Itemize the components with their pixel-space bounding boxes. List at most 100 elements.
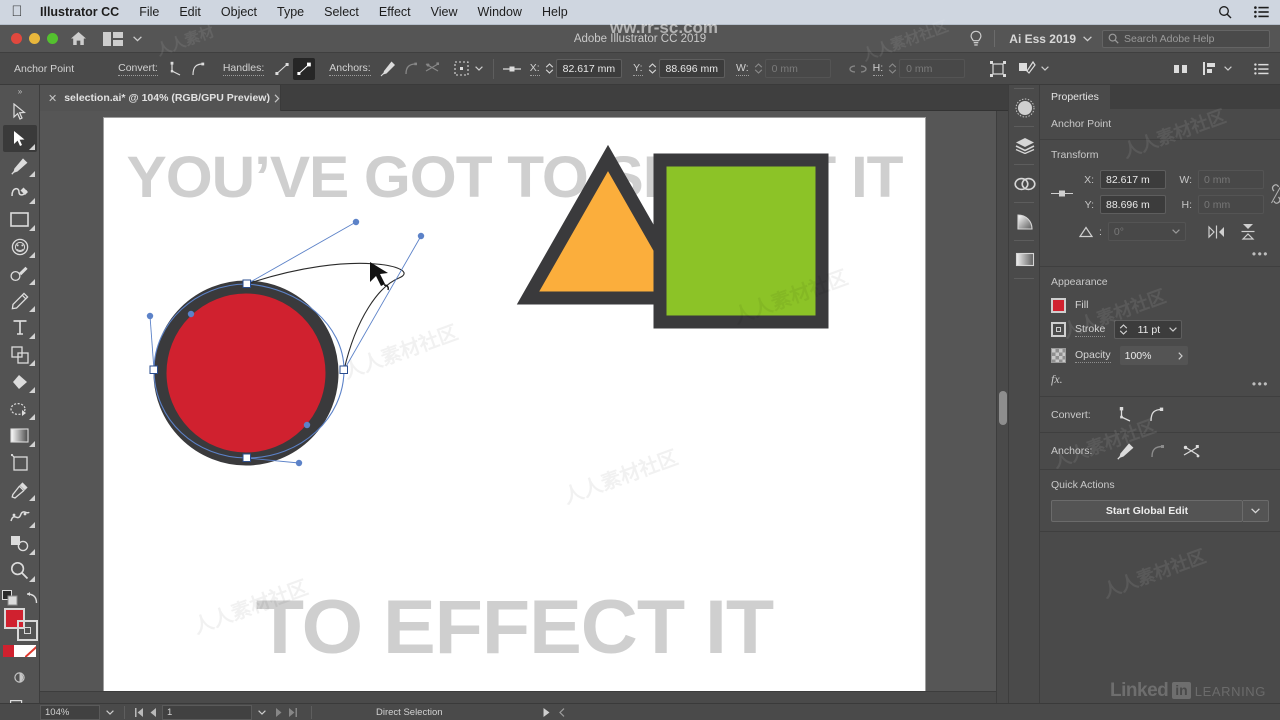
angle-input[interactable]: 0° <box>1107 222 1186 241</box>
show-handles-icon[interactable] <box>293 57 316 80</box>
apple-icon[interactable]:  <box>0 4 34 21</box>
chevron-right-icon[interactable] <box>268 85 286 111</box>
artboard-tool[interactable] <box>3 449 37 476</box>
remove-handles-icon[interactable] <box>271 58 293 80</box>
chevron-down-icon[interactable] <box>252 709 272 715</box>
connect-anchors-icon[interactable] <box>1182 443 1201 460</box>
chevron-down-icon[interactable] <box>1081 35 1102 42</box>
rail-layers-panel[interactable] <box>1009 127 1041 164</box>
rail-cc-libraries-panel[interactable] <box>1009 165 1041 202</box>
eyedropper-tool[interactable] <box>3 476 37 503</box>
chevron-down-icon[interactable] <box>1243 500 1269 522</box>
gradient-icon[interactable] <box>13 645 26 657</box>
connect-anchors-icon[interactable] <box>422 58 444 80</box>
menu-edit[interactable]: Edit <box>169 0 211 25</box>
menu-object[interactable]: Object <box>211 0 267 25</box>
maximize-window-button[interactable] <box>47 33 58 44</box>
circle-shape[interactable] <box>153 280 339 466</box>
close-icon[interactable]: ✕ <box>48 92 57 105</box>
menu-effect[interactable]: Effect <box>369 0 421 25</box>
pen-tool[interactable] <box>3 152 37 179</box>
align-to-pixel-icon[interactable] <box>501 58 523 80</box>
menu-help[interactable]: Help <box>532 0 578 25</box>
w-stepper[interactable] <box>753 63 764 74</box>
default-fill-stroke-icon[interactable] <box>25 591 38 605</box>
workspace-name[interactable]: Ai Ess 2019 <box>999 32 1081 46</box>
flip-vertical-icon[interactable] <box>1241 223 1255 240</box>
double-chevron-right-icon[interactable]: » <box>0 85 39 98</box>
menu-type[interactable]: Type <box>267 0 314 25</box>
stroke-weight-input[interactable]: 11 pt <box>1114 320 1183 339</box>
menu-view[interactable]: View <box>421 0 468 25</box>
swap-fill-stroke-icon[interactable] <box>1 590 18 606</box>
canvas-area[interactable]: YOU’VE GOT TO SELECT IT TO EFFECT IT <box>40 111 1008 703</box>
prev-page-icon[interactable] <box>150 707 156 717</box>
first-page-icon[interactable] <box>135 707 143 717</box>
play-icon[interactable] <box>543 707 550 717</box>
tab-properties[interactable]: Properties <box>1040 85 1110 109</box>
transform-y-input[interactable]: 88.696 m <box>1100 195 1166 214</box>
more-options-icon[interactable] <box>1250 58 1272 80</box>
add-anchor-pen-icon[interactable] <box>378 58 400 80</box>
blend-tool[interactable] <box>3 503 37 530</box>
rotate-tool[interactable] <box>3 233 37 260</box>
reference-point-icon[interactable] <box>1051 170 1073 198</box>
lightbulb-icon[interactable] <box>962 30 990 47</box>
shaper-tool-icon[interactable] <box>1016 58 1038 80</box>
unlink-proportions-icon[interactable] <box>847 58 869 80</box>
minimize-window-button[interactable] <box>29 33 40 44</box>
arrange-documents-icon[interactable] <box>94 31 130 46</box>
scrollbar-thumb[interactable] <box>999 391 1007 425</box>
search-input[interactable]: Search Adobe Help <box>1102 29 1270 48</box>
curvature-tool[interactable] <box>3 179 37 206</box>
perspective-grid-tool[interactable] <box>3 395 37 422</box>
last-page-icon[interactable] <box>289 707 297 717</box>
rail-color-panel[interactable] <box>1009 89 1041 126</box>
x-input[interactable]: 82.617 mm <box>555 59 623 78</box>
h-stepper[interactable] <box>887 63 898 74</box>
chevron-down-icon[interactable] <box>100 709 120 715</box>
shape-builder-tool[interactable] <box>3 368 37 395</box>
document-tab[interactable]: ✕ selection.ai* @ 104% (RGB/GPU Preview) <box>40 85 281 111</box>
chevron-down-icon[interactable] <box>473 58 486 80</box>
convert-to-smooth-icon[interactable] <box>187 58 209 80</box>
transform-more-options-icon[interactable]: ••• <box>1051 248 1269 260</box>
canvas-vertical-scrollbar[interactable] <box>996 111 1008 703</box>
opacity-swatch[interactable] <box>1051 348 1066 363</box>
convert-to-corner-icon[interactable] <box>165 58 187 80</box>
transform-w-input[interactable]: 0 mm <box>1198 170 1264 189</box>
square-shape[interactable] <box>653 153 829 329</box>
menu-file[interactable]: File <box>129 0 169 25</box>
direct-selection-tool[interactable] <box>2 125 37 152</box>
cut-path-icon[interactable] <box>400 58 422 80</box>
chevron-down-icon[interactable] <box>130 35 149 42</box>
convert-to-corner-icon[interactable] <box>1117 406 1134 423</box>
transform-h-input[interactable]: 0 mm <box>1198 195 1264 214</box>
cut-path-icon[interactable] <box>1149 443 1166 460</box>
fx-label[interactable]: fx. <box>1051 372 1063 387</box>
paintbrush-tool[interactable] <box>3 260 37 287</box>
align-objects-icon[interactable] <box>1199 58 1221 80</box>
add-anchor-pen-icon[interactable] <box>1117 442 1135 460</box>
close-window-button[interactable] <box>11 33 22 44</box>
artboard[interactable]: YOU’VE GOT TO SELECT IT TO EFFECT IT <box>104 118 925 696</box>
menu-window[interactable]: Window <box>468 0 532 25</box>
chevron-down-icon[interactable] <box>1038 58 1051 80</box>
rectangle-tool[interactable] <box>3 206 37 233</box>
artwork-layer[interactable] <box>104 118 925 696</box>
selection-tool[interactable] <box>3 98 37 125</box>
list-menu-icon[interactable] <box>1243 6 1280 18</box>
active-tool-name[interactable]: Direct Selection <box>316 707 443 718</box>
rail-gradient-panel[interactable] <box>1009 203 1041 240</box>
symbol-sprayer-tool[interactable] <box>3 530 37 557</box>
zoom-input[interactable]: 104% <box>40 704 100 720</box>
free-transform-tool[interactable] <box>3 341 37 368</box>
unlink-proportions-icon[interactable] <box>1270 170 1280 204</box>
back-icon[interactable] <box>558 707 565 717</box>
convert-to-smooth-icon[interactable] <box>1148 406 1165 423</box>
start-global-edit-button[interactable]: Start Global Edit <box>1051 500 1243 522</box>
type-tool[interactable] <box>3 314 37 341</box>
zoom-tool[interactable] <box>3 557 37 584</box>
pencil-tool[interactable] <box>3 287 37 314</box>
transform-x-input[interactable]: 82.617 m <box>1100 170 1166 189</box>
